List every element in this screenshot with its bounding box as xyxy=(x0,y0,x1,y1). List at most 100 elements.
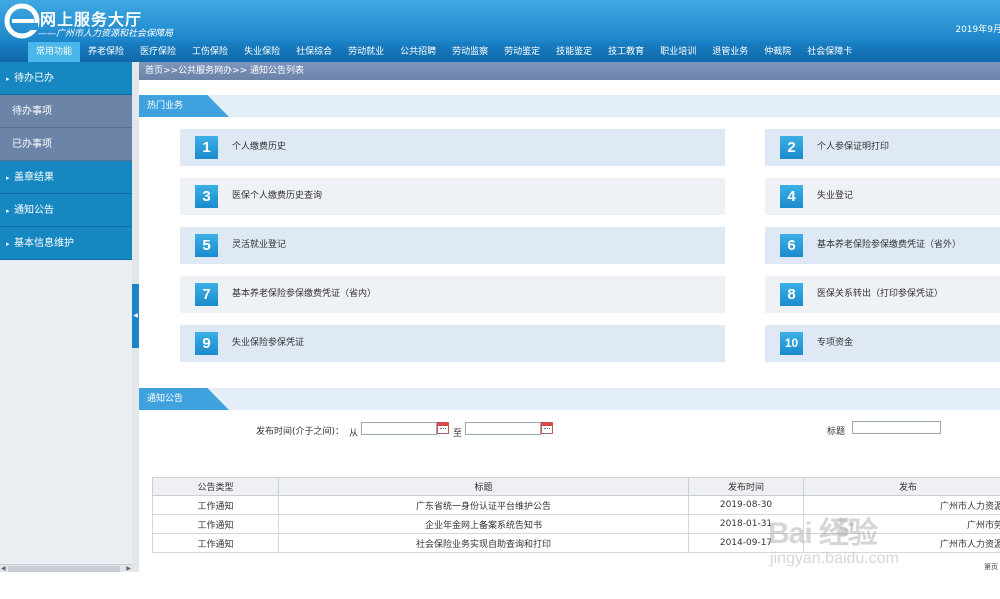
notice-section-title: 通知公告 xyxy=(139,388,229,410)
nav-tab[interactable]: 社会保障卡 xyxy=(799,42,860,62)
caret-right-icon: ▸ xyxy=(6,174,10,182)
table-cell: 广州市人力资源和 xyxy=(803,495,1000,515)
hot-service-number: 8 xyxy=(780,283,803,306)
title-filter-label: 标题 xyxy=(827,427,846,437)
from-label: 从 xyxy=(349,429,359,439)
notice-title-link[interactable]: 社会保险业务实现自助查询和打印 xyxy=(278,533,689,553)
sidebar-item-label: 盖章结果 xyxy=(14,172,54,183)
hot-service-label: 个人缴费历史 xyxy=(232,142,287,152)
nav-tab[interactable]: 技能鉴定 xyxy=(548,42,600,62)
hot-service-number: 5 xyxy=(195,234,218,257)
column-header: 发布 xyxy=(803,477,1000,496)
notice-title-link[interactable]: 企业年金网上备案系统告知书 xyxy=(278,514,689,534)
bottom-strip xyxy=(0,574,1000,599)
top-nav: 常用功能 养老保险 医疗保险 工伤保险 失业保险 社保综合 劳动就业 公共招聘 劳动监察 劳动鉴定… xyxy=(0,42,1000,62)
title-filter-input[interactable] xyxy=(852,421,941,434)
collapse-sidebar-icon[interactable]: ◀ xyxy=(132,284,139,348)
hot-service-card[interactable]: 6 基本养老保险参保缴费凭证（省外） xyxy=(765,227,1000,264)
end-date-input[interactable] xyxy=(465,422,541,435)
calendar-icon[interactable] xyxy=(437,422,449,434)
hot-service-number: 2 xyxy=(780,136,803,159)
notice-table: 公告类型 标题 发布时间 发布 工作通知 广东省统一身份认证平台维护公告 2019-08-… xyxy=(152,477,1000,553)
sidebar: ▸ 待办已办 待办事项 已办事项 ▸ 盖章结果 ▸ 通知公告 ▸ 基本信息维护 xyxy=(0,62,132,572)
nav-tab[interactable]: 医疗保险 xyxy=(132,42,184,62)
calendar-icon[interactable] xyxy=(541,422,553,434)
hot-service-card[interactable]: 7 基本养老保险参保缴费凭证（省内） xyxy=(180,276,725,313)
publish-time-label: 发布时间(介于之间)： xyxy=(256,427,345,437)
sidebar-item-seal-result[interactable]: ▸ 盖章结果 xyxy=(0,161,132,194)
nav-tab[interactable]: 养老保险 xyxy=(80,42,132,62)
e-logo-icon xyxy=(4,3,40,39)
notice-title-link[interactable]: 广东省统一身份认证平台维护公告 xyxy=(278,495,689,515)
nav-tab[interactable]: 退管业务 xyxy=(704,42,756,62)
header-date: 2019年9月 xyxy=(955,25,1000,35)
nav-tab[interactable]: 技工教育 xyxy=(600,42,652,62)
table-row[interactable]: 工作通知企业年金网上备案系统告知书2018-01-31广州市劳动 xyxy=(152,514,1000,534)
hot-service-label: 灵活就业登记 xyxy=(232,240,287,250)
nav-tab[interactable]: 社保综合 xyxy=(288,42,340,62)
hot-service-label: 专项资金 xyxy=(817,338,854,348)
table-cell: 2014-09-17 xyxy=(688,533,804,553)
hot-section-header: 热门业务 xyxy=(139,95,1000,117)
hot-service-number: 7 xyxy=(195,283,218,306)
nav-tab[interactable]: 公共招聘 xyxy=(392,42,444,62)
sidebar-subitem-todo[interactable]: 待办事项 xyxy=(0,95,132,128)
hot-section-title: 热门业务 xyxy=(139,95,229,117)
nav-tab[interactable]: 工伤保险 xyxy=(184,42,236,62)
hot-service-number: 1 xyxy=(195,136,218,159)
breadcrumb: 首页>>公共服务网办>> 通知公告列表 xyxy=(139,62,1000,80)
hot-service-label: 失业保险参保凭证 xyxy=(232,338,305,348)
table-cell: 2019-08-30 xyxy=(688,495,804,515)
start-date-input[interactable] xyxy=(361,422,437,435)
sidebar-scrollbar[interactable]: ◀ ▶ xyxy=(0,564,132,572)
sidebar-item-label: 基本信息维护 xyxy=(14,238,74,249)
column-header: 发布时间 xyxy=(688,477,804,496)
hot-service-label: 基本养老保险参保缴费凭证（省外） xyxy=(817,240,962,250)
nav-tab[interactable]: 失业保险 xyxy=(236,42,288,62)
scrollbar-thumb[interactable] xyxy=(8,566,120,572)
hot-service-label: 个人参保证明打印 xyxy=(817,142,890,152)
pager-hint: 第页 xyxy=(984,563,998,571)
hot-service-card[interactable]: 4 失业登记 xyxy=(765,178,1000,215)
hot-service-number: 6 xyxy=(780,234,803,257)
nav-tab[interactable]: 劳动监察 xyxy=(444,42,496,62)
sidebar-item-basic-info[interactable]: ▸ 基本信息维护 xyxy=(0,227,132,260)
caret-right-icon: ▸ xyxy=(6,240,10,248)
to-label: 至 xyxy=(453,429,463,439)
hot-service-number: 9 xyxy=(195,332,218,355)
notice-section-header: 通知公告 xyxy=(139,388,1000,410)
caret-right-icon: ▸ xyxy=(6,75,10,83)
table-row[interactable]: 工作通知社会保险业务实现自助查询和打印2014-09-17广州市人力资源和 xyxy=(152,533,1000,553)
nav-tab[interactable]: 劳动就业 xyxy=(340,42,392,62)
hot-service-card[interactable]: 8 医保关系转出（打印参保凭证） xyxy=(765,276,1000,313)
table-cell: 广州市劳动 xyxy=(803,514,1000,534)
nav-tab[interactable]: 劳动鉴定 xyxy=(496,42,548,62)
hot-service-number: 10 xyxy=(780,332,803,355)
header: 网上服务大厅 ——广州市人力资源和社会保障局 2019年9月 xyxy=(0,0,1000,42)
nav-tab[interactable]: 职业培训 xyxy=(652,42,704,62)
table-cell: 广州市人力资源和 xyxy=(803,533,1000,553)
sidebar-item-todo-done[interactable]: ▸ 待办已办 xyxy=(0,62,132,95)
hot-service-card[interactable]: 9 失业保险参保凭证 xyxy=(180,325,725,362)
sidebar-item-notice[interactable]: ▸ 通知公告 xyxy=(0,194,132,227)
sidebar-item-label: 待办已办 xyxy=(14,73,54,84)
sidebar-subitem-done[interactable]: 已办事项 xyxy=(0,128,132,161)
hot-service-label: 失业登记 xyxy=(817,191,854,201)
table-cell: 工作通知 xyxy=(152,514,279,534)
hot-service-number: 3 xyxy=(195,185,218,208)
scroll-left-icon[interactable]: ◀ xyxy=(1,565,6,573)
column-header: 公告类型 xyxy=(152,477,279,496)
nav-tab[interactable]: 仲裁院 xyxy=(756,42,799,62)
scroll-right-icon[interactable]: ▶ xyxy=(126,565,131,573)
table-row[interactable]: 工作通知广东省统一身份认证平台维护公告2019-08-30广州市人力资源和 xyxy=(152,495,1000,515)
nav-tab[interactable]: 常用功能 xyxy=(28,42,81,62)
hot-service-card[interactable]: 2 个人参保证明打印 xyxy=(765,129,1000,166)
hot-service-label: 基本养老保险参保缴费凭证（省内） xyxy=(232,289,377,299)
main-content: 首页>>公共服务网办>> 通知公告列表 热门业务 1 个人缴费历史 2 个人参保证明打… xyxy=(139,62,1000,574)
hot-service-card[interactable]: 10 专项资金 xyxy=(765,325,1000,362)
hot-service-card[interactable]: 5 灵活就业登记 xyxy=(180,227,725,264)
hot-service-card[interactable]: 1 个人缴费历史 xyxy=(180,129,725,166)
table-cell: 工作通知 xyxy=(152,533,279,553)
hot-service-card[interactable]: 3 医保个人缴费历史查询 xyxy=(180,178,725,215)
site-subtitle: ——广州市人力资源和社会保障局 xyxy=(38,29,174,39)
